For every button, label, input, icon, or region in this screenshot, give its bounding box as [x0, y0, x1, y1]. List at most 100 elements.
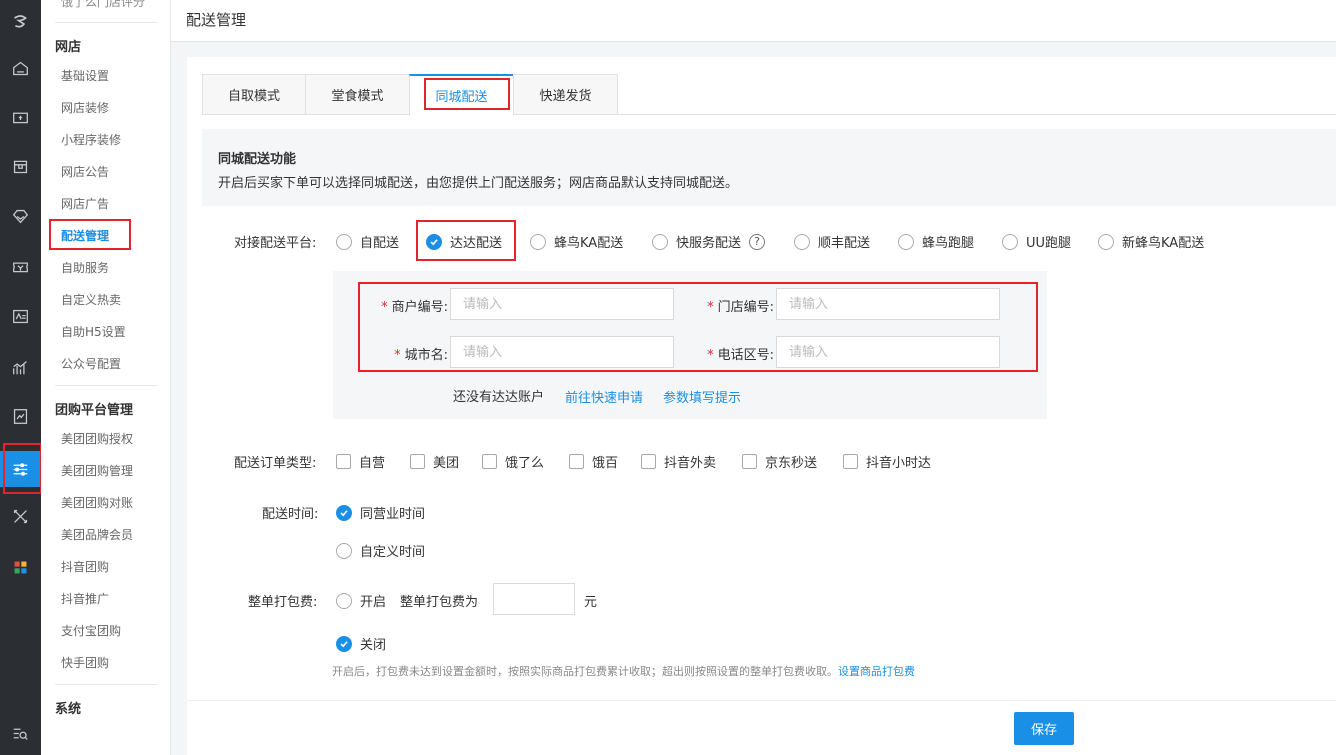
chart-icon[interactable] [0, 351, 41, 383]
menu-item-cut[interactable]: 饿了么门店评分 [61, 0, 145, 10]
quick-apply-link[interactable]: 前往快速申请 [565, 387, 643, 406]
radio-label: 新蜂鸟KA配送 [1122, 236, 1205, 251]
radio-fengniao-ka[interactable]: 蜂鸟KA配送 [530, 232, 623, 251]
menu-item-official-account[interactable]: 公众号配置 [61, 355, 121, 372]
checkbox-meituan[interactable]: 美团 [410, 452, 459, 471]
menu-item-meituan-manage[interactable]: 美团团购管理 [61, 462, 133, 479]
checkbox-self[interactable]: 自营 [336, 452, 385, 471]
checkbox-eleme[interactable]: 饿了么 [482, 452, 544, 471]
tab-divider [202, 114, 410, 115]
radio-self-delivery[interactable]: 自配送 [336, 232, 399, 251]
radio-label: 快服务配送 [676, 236, 742, 251]
radio-new-fengniao-ka[interactable]: 新蜂鸟KA配送 [1098, 232, 1204, 251]
checkbox-box[interactable] [410, 454, 425, 469]
menu-group-system[interactable]: 系统 [55, 698, 81, 717]
set-item-packing-fee-link[interactable]: 设置商品打包费 [838, 665, 915, 678]
radio-kuaifuwu[interactable]: 快服务配送? [652, 232, 766, 251]
menu-item-custom-hot[interactable]: 自定义热卖 [61, 291, 121, 308]
packing-fee-input[interactable] [493, 583, 575, 615]
info-title: 同城配送功能 [218, 152, 297, 167]
checkbox-label: 京东秒送 [765, 456, 818, 471]
menu-item-meituan-reconcile[interactable]: 美团团购对账 [61, 494, 133, 511]
radio-circle[interactable] [1002, 233, 1018, 250]
info-bar: 同城配送功能 开启后买家下单可以选择同城配送，由您提供上门配送服务；网店商品默认… [202, 129, 1336, 206]
radio-circle[interactable] [898, 233, 914, 250]
radio-label: 蜂鸟跑腿 [922, 236, 975, 251]
checkbox-label: 饿了么 [505, 456, 545, 471]
radio-circle[interactable] [530, 233, 546, 250]
menu-item-douyin-groupbuy[interactable]: 抖音团购 [61, 558, 109, 575]
param-tips-link[interactable]: 参数填写提示 [663, 387, 741, 406]
checkbox-douyin-hourly[interactable]: 抖音小时达 [843, 452, 931, 471]
menu-item-douyin-promo[interactable]: 抖音推广 [61, 590, 109, 607]
highlight-box-tab [424, 78, 510, 110]
highlight-box-rail [3, 443, 42, 494]
menu-item-miniapp-decoration[interactable]: 小程序装修 [61, 131, 121, 148]
checkbox-box[interactable] [641, 454, 656, 469]
checkbox-box[interactable] [569, 454, 584, 469]
radio-label: 同营业时间 [360, 507, 426, 522]
menu-divider [55, 22, 157, 23]
checkbox-box[interactable] [742, 454, 757, 469]
radio-shunfeng[interactable]: 顺丰配送 [794, 232, 870, 251]
home-icon[interactable] [0, 52, 41, 84]
checkbox-douyin-takeout[interactable]: 抖音外卖 [641, 452, 716, 471]
no-account-text: 还没有达达账户 [453, 390, 545, 405]
radio-packing-on[interactable]: 开启 [336, 591, 386, 610]
radio-checked-icon[interactable] [336, 504, 352, 521]
highlight-box-dada [416, 220, 516, 261]
menu-item-alipay-groupbuy[interactable]: 支付宝团购 [61, 622, 121, 639]
report-icon[interactable] [0, 400, 41, 432]
tab-pickup[interactable]: 自取模式 [202, 74, 306, 115]
radio-circle[interactable] [794, 233, 810, 250]
tools-icon[interactable] [0, 500, 41, 532]
menu-item-shop-decoration[interactable]: 网店装修 [61, 99, 109, 116]
radio-custom-time[interactable]: 自定义时间 [336, 541, 425, 560]
footer-bar [187, 700, 1336, 755]
checkbox-label: 自营 [359, 456, 386, 471]
note-text: 开启后，打包费未达到设置金额时，按照实际商品打包费累计收取；超出则按照设置的整单… [332, 665, 838, 678]
coupon-icon[interactable] [0, 250, 41, 282]
save-button[interactable]: 保存 [1014, 712, 1074, 745]
radio-checked-icon[interactable] [336, 635, 352, 652]
menu-item-basic-settings[interactable]: 基础设置 [61, 67, 109, 84]
menu-search-icon[interactable] [0, 717, 41, 749]
radio-circle[interactable] [336, 233, 352, 250]
menu-divider [55, 684, 157, 685]
radio-label: 自配送 [360, 236, 400, 251]
order-types-label: 配送订单类型: [234, 456, 317, 471]
packing-fee-amount-label: 整单打包费为 [400, 595, 479, 610]
radio-packing-off[interactable]: 关闭 [336, 634, 386, 653]
store-icon[interactable] [0, 150, 41, 182]
checkbox-ebai[interactable]: 饿百 [569, 452, 618, 471]
diamond-icon[interactable] [0, 200, 41, 232]
card-icon[interactable] [0, 300, 41, 332]
checkbox-label: 抖音外卖 [664, 456, 717, 471]
highlight-box-menu [49, 219, 131, 250]
radio-uu-runner[interactable]: UU跑腿 [1002, 232, 1071, 251]
menu-item-meituan-member[interactable]: 美团品牌会员 [61, 526, 133, 543]
checkbox-box[interactable] [336, 454, 351, 469]
radio-circle[interactable] [652, 233, 668, 250]
menu-item-meituan-auth[interactable]: 美团团购授权 [61, 430, 133, 447]
checkbox-jd-instant[interactable]: 京东秒送 [742, 452, 817, 471]
tab-dine-in[interactable]: 堂食模式 [305, 74, 410, 115]
shop-icon[interactable] [0, 101, 41, 133]
checkbox-box[interactable] [482, 454, 497, 469]
menu-item-kuaishou-groupbuy[interactable]: 快手团购 [61, 654, 109, 671]
radio-circle[interactable] [1098, 233, 1114, 250]
help-icon[interactable]: ? [749, 233, 766, 250]
tab-express[interactable]: 快递发货 [513, 74, 618, 115]
logo-icon[interactable] [0, 4, 41, 38]
menu-item-shop-ads[interactable]: 网店广告 [61, 195, 109, 212]
menu-item-shop-notice[interactable]: 网店公告 [61, 163, 109, 180]
apps-icon[interactable] [0, 551, 41, 583]
radio-circle[interactable] [336, 542, 352, 559]
menu-item-h5-settings[interactable]: 自助H5设置 [61, 323, 126, 340]
radio-circle[interactable] [336, 592, 352, 609]
radio-business-hours[interactable]: 同营业时间 [336, 503, 425, 522]
menu-item-self-service[interactable]: 自助服务 [61, 259, 109, 276]
page-title: 配送管理 [186, 11, 247, 29]
checkbox-box[interactable] [843, 454, 858, 469]
radio-fengniao-runner[interactable]: 蜂鸟跑腿 [898, 232, 974, 251]
